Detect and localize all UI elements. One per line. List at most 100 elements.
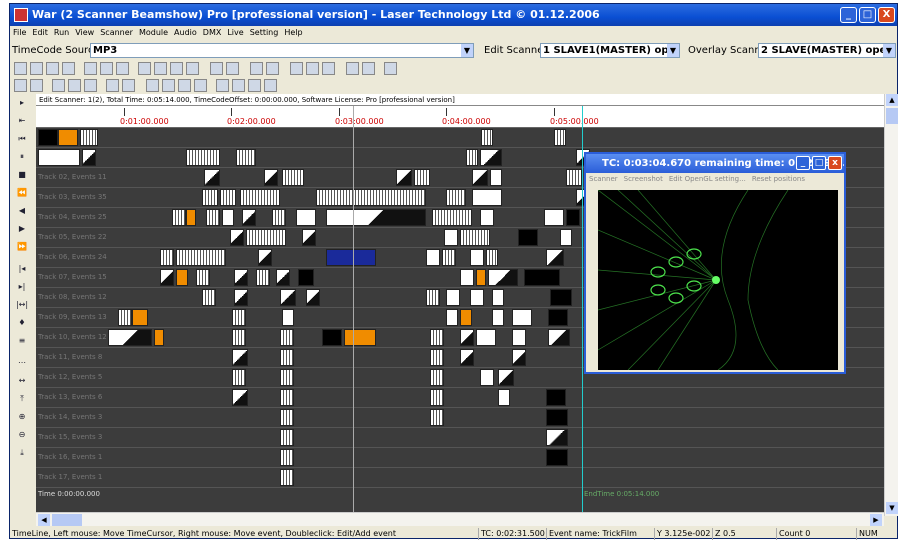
paste-icon[interactable] xyxy=(116,62,129,75)
menu-run[interactable]: Run xyxy=(51,26,72,40)
menu-scanner[interactable]: Scanner xyxy=(97,26,136,40)
timeline-event[interactable] xyxy=(280,469,294,486)
fast-rewind-icon[interactable]: ⏪ xyxy=(15,188,29,200)
horizontal-scrollbar[interactable]: ◀ ▶ xyxy=(36,512,884,526)
laser-preview-window[interactable]: TC: 0:03:04.670 remaining time: 0:02:09.… xyxy=(584,152,846,374)
timeline-event[interactable] xyxy=(470,289,484,306)
chevron-down-icon[interactable]: ▼ xyxy=(667,44,679,57)
menu-setting[interactable]: Setting xyxy=(247,26,282,40)
insert-event-icon[interactable]: ♦ xyxy=(15,318,29,330)
track-row[interactable]: Track 13, Events 6 xyxy=(36,389,884,408)
timeline-event[interactable] xyxy=(476,329,496,346)
scroll-thumb[interactable] xyxy=(886,108,898,124)
expand-icon[interactable]: ⋯ xyxy=(15,358,29,370)
track-row[interactable]: Track 16, Events 1 xyxy=(36,449,884,468)
scroll-thumb[interactable] xyxy=(52,514,82,526)
align-left-icon[interactable] xyxy=(146,79,159,92)
warning-icon[interactable] xyxy=(106,79,119,92)
timeline-event[interactable] xyxy=(306,289,320,306)
timeline-event[interactable] xyxy=(344,329,376,346)
menu-dmx[interactable]: DMX xyxy=(200,26,225,40)
track-row[interactable]: Track 15, Events 3 xyxy=(36,429,884,448)
timeline-event[interactable] xyxy=(232,349,248,366)
shift-icon[interactable]: ↔ xyxy=(15,376,29,388)
edit-time-cursor[interactable] xyxy=(353,106,354,512)
timeline-event[interactable] xyxy=(430,369,444,386)
timeline-event[interactable] xyxy=(566,209,580,226)
scanner-select-icon[interactable] xyxy=(52,79,65,92)
step-2-icon[interactable] xyxy=(232,79,245,92)
mark-out-icon[interactable]: ▸| xyxy=(15,282,29,294)
timeline-event[interactable] xyxy=(492,309,504,326)
timeline-event[interactable] xyxy=(512,349,526,366)
laser-icon[interactable] xyxy=(170,62,183,75)
step-3-icon[interactable] xyxy=(248,79,261,92)
timeline-event[interactable] xyxy=(108,329,152,346)
timeline-event[interactable] xyxy=(466,149,478,166)
timeline-event[interactable] xyxy=(460,269,474,286)
timeline-event[interactable] xyxy=(176,269,188,286)
bars-icon[interactable] xyxy=(290,62,303,75)
preview-close-button[interactable]: x xyxy=(828,156,842,170)
close-button[interactable]: X xyxy=(878,7,895,23)
timeline-event[interactable] xyxy=(460,329,474,346)
timeline-event[interactable] xyxy=(280,349,294,366)
timeline-event[interactable] xyxy=(472,189,502,206)
timeline-event[interactable] xyxy=(426,249,440,266)
timeline-event[interactable] xyxy=(232,369,246,386)
timeline-event[interactable] xyxy=(296,209,316,226)
blue-dot-icon[interactable] xyxy=(84,79,97,92)
timeline-event[interactable] xyxy=(470,249,484,266)
open-file-icon[interactable] xyxy=(30,62,43,75)
flag-icon[interactable] xyxy=(306,62,319,75)
min-zoom-icon[interactable]: ⤓ xyxy=(15,448,29,460)
timeline-event[interactable] xyxy=(280,289,296,306)
zoom-out-icon[interactable]: ⊖ xyxy=(15,430,29,442)
timeline-event[interactable] xyxy=(326,209,426,226)
timeline-event[interactable] xyxy=(280,369,294,386)
timeline-event[interactable] xyxy=(326,249,376,266)
timeline-event[interactable] xyxy=(222,209,234,226)
menu-live[interactable]: Live xyxy=(224,26,246,40)
rewind-icon[interactable]: ◀ xyxy=(15,206,29,218)
globe-icon[interactable] xyxy=(68,79,81,92)
timeline-event[interactable] xyxy=(232,309,246,326)
timeline-event[interactable] xyxy=(432,209,472,226)
timeline-event[interactable] xyxy=(498,369,514,386)
vertical-scrollbar[interactable]: ▲ ▼ xyxy=(884,94,898,516)
timeline-event[interactable] xyxy=(480,369,494,386)
step-4-icon[interactable] xyxy=(264,79,277,92)
menu-help[interactable]: Help xyxy=(281,26,305,40)
timeline-event[interactable] xyxy=(282,169,304,186)
goto-start-icon[interactable]: ⏮ xyxy=(15,134,29,146)
align-justify-icon[interactable] xyxy=(194,79,207,92)
timeline-event[interactable] xyxy=(460,309,472,326)
align-center-icon[interactable] xyxy=(162,79,175,92)
timeline-event[interactable] xyxy=(38,129,58,146)
timeline-event[interactable] xyxy=(498,389,510,406)
stop-icon[interactable]: ■ xyxy=(15,170,29,182)
menu-module[interactable]: Module xyxy=(136,26,171,40)
timeline-event[interactable] xyxy=(220,189,236,206)
timeline-event[interactable] xyxy=(298,269,314,286)
timeline-event[interactable] xyxy=(492,289,504,306)
timecode-source-select[interactable]: MP3 ▼ xyxy=(90,43,474,58)
mark-range-icon[interactable]: |↔| xyxy=(15,300,29,312)
timeline-event[interactable] xyxy=(488,269,518,286)
stop-icon[interactable] xyxy=(122,79,135,92)
timeline-event[interactable] xyxy=(272,209,286,226)
timeline-event[interactable] xyxy=(186,149,220,166)
menu-file[interactable]: File xyxy=(10,26,29,40)
track-row[interactable]: Track 17, Events 1 xyxy=(36,469,884,488)
timeline-event[interactable] xyxy=(414,169,430,186)
preview-title-bar[interactable]: TC: 0:03:04.670 remaining time: 0:02:09.… xyxy=(586,154,844,173)
timeline-event[interactable] xyxy=(80,129,98,146)
scroll-up-icon[interactable]: ▲ xyxy=(886,94,898,106)
timeline-event[interactable] xyxy=(322,329,342,346)
timeline-event[interactable] xyxy=(460,229,490,246)
max-zoom-icon[interactable]: ⤒ xyxy=(15,394,29,406)
timeline-event[interactable] xyxy=(202,189,218,206)
timeline-event[interactable] xyxy=(240,189,280,206)
fast-forward-icon[interactable]: ⏩ xyxy=(15,242,29,254)
timeline-event[interactable] xyxy=(280,389,294,406)
